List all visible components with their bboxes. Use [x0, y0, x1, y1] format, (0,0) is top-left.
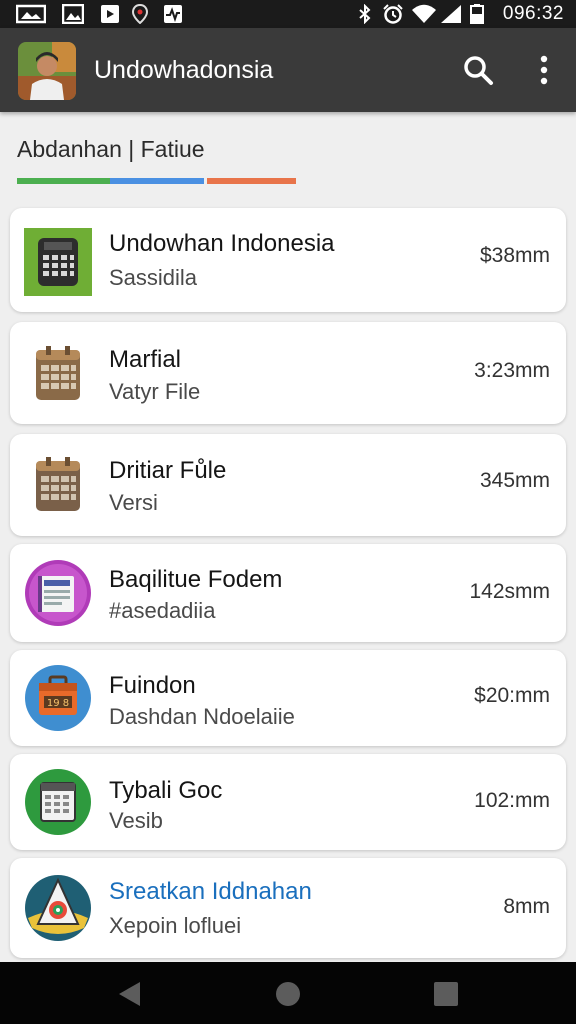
- list-item[interactable]: 19 8 Fuindon Dashdan Ndoelaiie $20:mm: [10, 650, 566, 746]
- image-icon: [62, 4, 84, 24]
- item-time: 102:mm: [474, 789, 550, 812]
- battery-icon: [470, 4, 484, 24]
- avatar[interactable]: [18, 42, 76, 100]
- back-icon[interactable]: [116, 980, 144, 1008]
- item-title: Baqilitue Fodem: [109, 566, 283, 593]
- bluetooth-icon: [359, 4, 371, 24]
- navigation-bar: [0, 962, 576, 1024]
- list-item[interactable]: Marfial Vatyr File 3:23mm: [10, 322, 566, 424]
- item-time: 8mm: [503, 895, 550, 918]
- calendar-icon: [24, 451, 92, 519]
- status-time: 096:32: [502, 3, 564, 24]
- list-item[interactable]: Undowhan Indonesia Sassidila $38mm: [10, 208, 566, 312]
- signal-icon: [441, 5, 461, 23]
- tab-indicator-green[interactable]: [17, 178, 110, 184]
- briefcase-icon: 19 8: [24, 664, 92, 732]
- item-time: 345mm: [479, 469, 550, 492]
- item-time: $38mm: [479, 244, 550, 267]
- calendar-icon: [24, 768, 92, 836]
- item-subtitle: Dashdan Ndoelaiie: [109, 704, 295, 729]
- alarm-icon: [383, 4, 403, 24]
- search-button[interactable]: [460, 52, 496, 88]
- document-icon: [24, 559, 92, 627]
- more-vert-icon: [540, 55, 548, 85]
- overflow-menu-button[interactable]: [526, 52, 562, 88]
- section-title: Abdanhan | Fatiue: [17, 136, 205, 162]
- list-item[interactable]: Dritiar Fůle Versi 345mm: [10, 434, 566, 536]
- calculator-icon: [24, 228, 92, 296]
- item-time: 142smm: [469, 580, 550, 603]
- wifi-icon: [412, 4, 436, 23]
- activity-icon: [164, 5, 182, 23]
- recents-icon[interactable]: [432, 980, 460, 1008]
- list-item[interactable]: Tybali Goc Vesib 102:mm: [10, 754, 566, 850]
- status-bar: 096:32: [0, 0, 576, 28]
- item-time: 3:23mm: [474, 359, 550, 382]
- home-icon[interactable]: [274, 980, 302, 1008]
- item-title: Tybali Goc: [109, 777, 223, 804]
- item-subtitle: Vatyr File: [109, 379, 201, 404]
- map-logo-icon: [24, 874, 92, 942]
- item-subtitle: Vesib: [109, 808, 163, 833]
- location-icon: [131, 4, 149, 24]
- item-subtitle: #asedadiia: [109, 598, 216, 623]
- calendar-icon: [24, 340, 92, 408]
- item-title: Dritiar Fůle: [109, 457, 227, 484]
- item-title: Fuindon: [109, 672, 196, 699]
- tab-indicator-blue[interactable]: [110, 178, 204, 184]
- gallery-icon: [16, 4, 46, 24]
- search-icon: [464, 56, 493, 85]
- list-item[interactable]: Sreatkan Iddnahan Xepoin lofluei 8mm: [10, 858, 566, 958]
- app-bar: Undowhadonsia: [0, 28, 576, 112]
- list-item[interactable]: Baqilitue Fodem #asedadiia 142smm: [10, 544, 566, 642]
- tab-indicator-orange[interactable]: [207, 178, 296, 184]
- video-icon: [101, 5, 119, 23]
- item-title: Marfial: [109, 346, 182, 373]
- user-photo-icon: [18, 42, 76, 100]
- item-subtitle: Versi: [109, 490, 158, 515]
- item-title: Undowhan Indonesia: [109, 230, 335, 257]
- item-title: Sreatkan Iddnahan: [109, 878, 312, 905]
- svg-text:19 8: 19 8: [47, 698, 69, 709]
- app-title: Undowhadonsia: [94, 56, 274, 84]
- item-time: $20:mm: [474, 684, 550, 707]
- item-subtitle: Xepoin lofluei: [109, 913, 242, 938]
- item-subtitle: Sassidila: [109, 265, 198, 290]
